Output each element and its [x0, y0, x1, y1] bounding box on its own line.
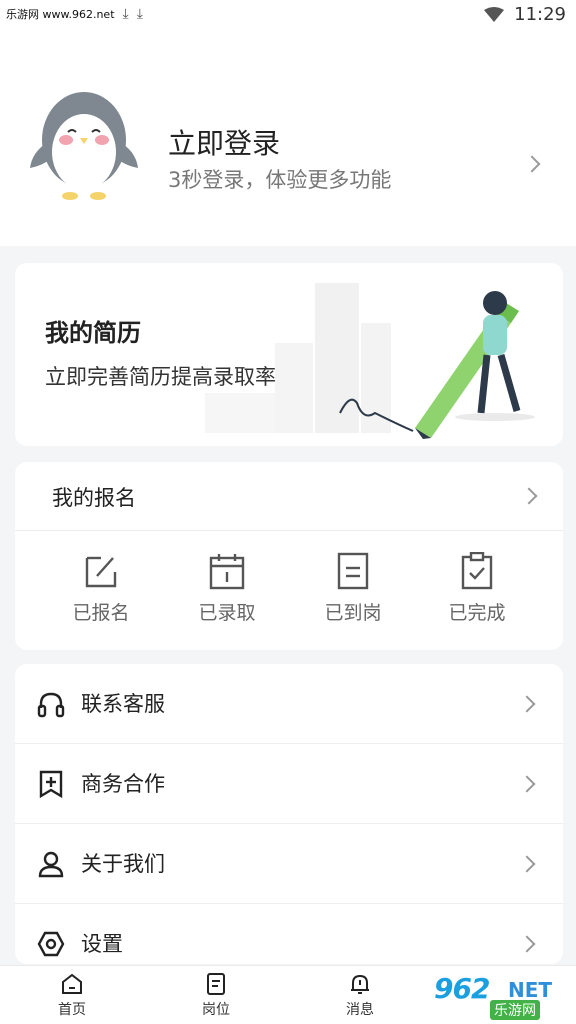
list-icon — [207, 973, 225, 995]
chevron-right-icon — [518, 935, 536, 953]
wifi-icon — [484, 6, 505, 22]
status-bar-left: 乐游网 www.962.net ⤓ ⤓ — [6, 6, 143, 22]
tab-label: 首页 — [58, 1002, 86, 1018]
menu-item-settings[interactable]: 设置 — [15, 904, 563, 964]
login-subtitle: 3秒登录，体验更多功能 — [168, 168, 392, 192]
login-title[interactable]: 立即登录 — [168, 122, 280, 162]
headset-icon — [37, 692, 65, 718]
menu-label: 商务合作 — [81, 772, 165, 796]
home-icon — [62, 973, 82, 994]
chevron-right-icon[interactable] — [520, 487, 538, 505]
signup-status-row: 已报名 已录取 已到岗 已完成 — [15, 552, 563, 632]
edit-icon — [85, 556, 117, 588]
menu-label: 联系客服 — [81, 692, 165, 716]
status-label: 已录取 — [198, 602, 256, 624]
clipboard-check-icon — [461, 552, 493, 590]
resume-title: 我的简历 — [45, 319, 141, 347]
menu-label: 设置 — [81, 932, 123, 956]
status-bar: 乐游网 www.962.net ⤓ ⤓ 11:29 — [0, 0, 576, 30]
status-admitted[interactable]: 已录取 — [177, 552, 277, 625]
status-bar-right: 11:29 — [484, 4, 566, 25]
status-completed[interactable]: 已完成 — [427, 552, 527, 625]
status-on-duty[interactable]: 已到岗 — [303, 552, 403, 625]
profile-header[interactable]: 立即登录 3秒登录，体验更多功能 — [0, 30, 576, 246]
watermark-number: 962 — [434, 972, 490, 1005]
menu-item-business-cooperation[interactable]: 商务合作 — [15, 744, 563, 824]
tab-messages[interactable]: 消息 — [324, 972, 396, 1019]
bottom-tab-bar: 首页 岗位 消息 962 NET 乐游网 — [0, 965, 576, 1024]
my-signup-title[interactable]: 我的报名 — [52, 482, 136, 512]
status-label: 已到岗 — [324, 602, 382, 624]
menu-item-contact-service[interactable]: 联系客服 — [15, 664, 563, 744]
divider — [15, 530, 563, 531]
tab-jobs[interactable]: 岗位 — [180, 972, 252, 1019]
status-label: 已报名 — [72, 602, 130, 624]
calendar-icon — [209, 554, 245, 590]
status-registered[interactable]: 已报名 — [51, 552, 151, 625]
bell-icon — [351, 974, 369, 994]
penguin-avatar[interactable] — [28, 82, 140, 202]
chevron-right-icon — [518, 695, 536, 713]
menu-card: 联系客服 商务合作 关于我们 设置 — [15, 664, 563, 964]
download-icon: ⤓ — [122, 6, 129, 22]
status-label: 已完成 — [448, 602, 506, 624]
menu-label: 关于我们 — [81, 852, 165, 876]
settings-icon — [37, 931, 65, 957]
my-signup-card: 我的报名 已报名 已录取 已到岗 已完成 — [15, 462, 563, 650]
watermark-logo: 962 NET 乐游网 — [434, 972, 570, 1020]
status-site-text: 乐游网 www.962.net — [6, 8, 115, 21]
tab-home[interactable]: 首页 — [36, 972, 108, 1019]
tab-label: 消息 — [346, 1002, 374, 1018]
resume-card[interactable]: 我的简历 立即完善简历提高录取率 — [15, 263, 563, 446]
download-icon: ⤓ — [136, 6, 143, 22]
user-icon — [38, 851, 64, 878]
chevron-right-icon — [518, 855, 536, 873]
document-icon — [337, 552, 369, 590]
bookmark-plus-icon — [39, 770, 63, 798]
menu-item-about-us[interactable]: 关于我们 — [15, 824, 563, 904]
watermark-net: NET — [508, 978, 553, 1002]
chevron-right-icon[interactable] — [523, 155, 541, 173]
resume-subtitle: 立即完善简历提高录取率 — [45, 365, 276, 389]
resume-illustration — [205, 283, 535, 439]
tab-label: 岗位 — [202, 1002, 230, 1018]
watermark-subtitle: 乐游网 — [490, 1000, 540, 1020]
status-time: 11:29 — [514, 4, 566, 25]
chevron-right-icon — [518, 775, 536, 793]
